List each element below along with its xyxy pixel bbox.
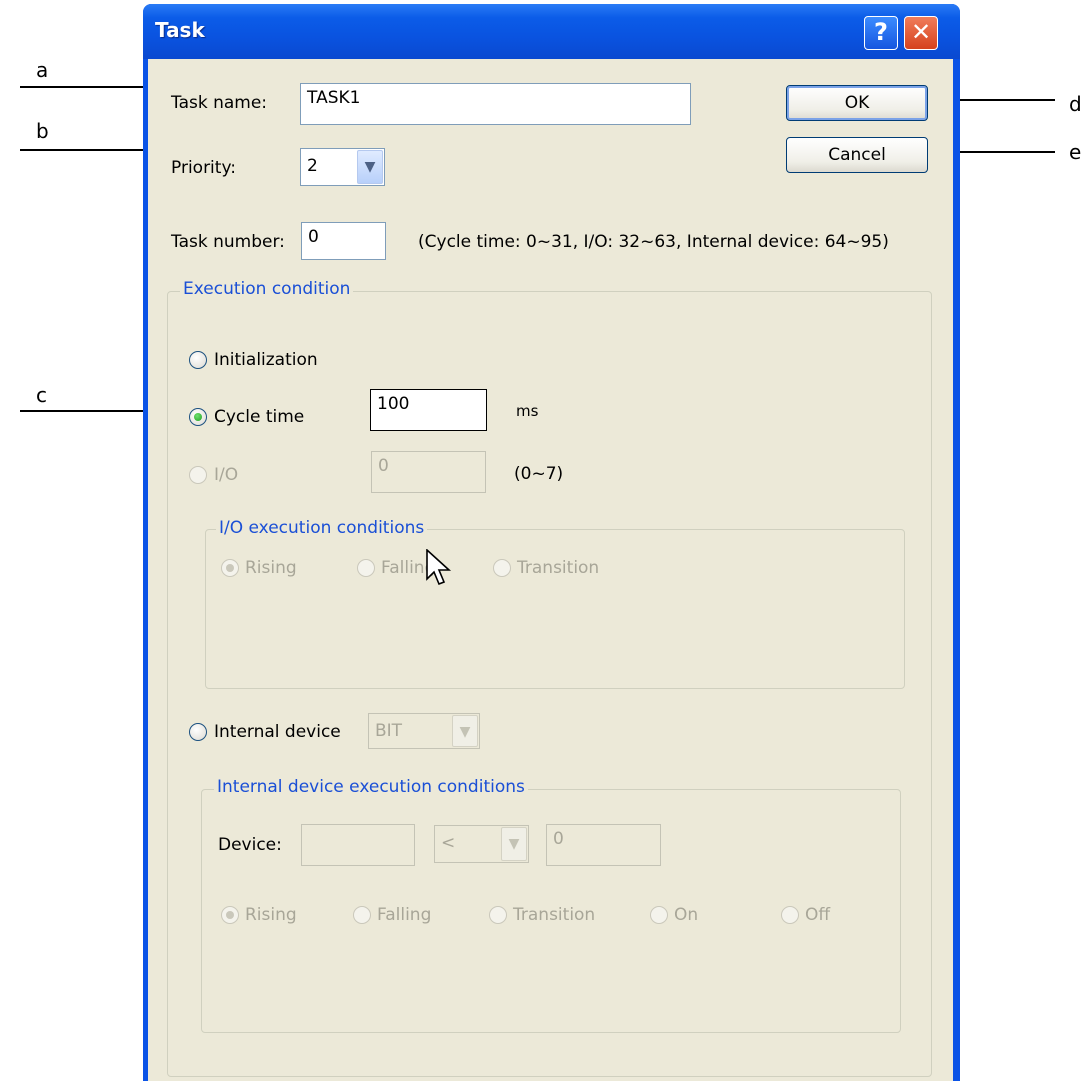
chevron-down-icon[interactable]: ▼ (452, 715, 478, 747)
internal-on-label[interactable]: On (674, 905, 698, 925)
internal-rising-label[interactable]: Rising (245, 905, 297, 925)
internal-device-radio[interactable] (189, 723, 207, 741)
close-icon[interactable]: ✕ (904, 16, 938, 50)
io-transition-radio[interactable] (493, 559, 511, 577)
annotation-e: e (1069, 140, 1082, 164)
cancel-button-label: Cancel (828, 145, 886, 165)
io-conditions-legend: I/O execution conditions (216, 518, 428, 538)
ok-button-label: OK (844, 93, 870, 113)
annotation-c: c (36, 383, 47, 407)
compare-value-input[interactable]: 0 (546, 824, 661, 866)
cancel-button[interactable]: Cancel (786, 137, 928, 173)
io-transition-label[interactable]: Transition (517, 558, 599, 578)
internal-conditions-legend: Internal device execution conditions (214, 777, 528, 797)
initialization-label[interactable]: Initialization (214, 350, 318, 370)
priority-value: 2 (307, 156, 318, 176)
io-conditions-group (205, 529, 905, 689)
io-label[interactable]: I/O (214, 465, 238, 485)
cycle-time-input[interactable]: 100 (370, 389, 487, 431)
io-rising-label[interactable]: Rising (245, 558, 297, 578)
internal-off-radio[interactable] (781, 906, 799, 924)
operator-value: < (441, 833, 456, 853)
task-dialog: Task ? ✕ Task name: TASK1 Priority: 2 ▼ … (143, 4, 960, 1081)
internal-device-label[interactable]: Internal device (214, 722, 341, 742)
execution-condition-legend: Execution condition (180, 279, 354, 299)
internal-rising-radio[interactable] (221, 906, 239, 924)
task-number-input[interactable]: 0 (301, 222, 386, 260)
io-falling-radio[interactable] (357, 559, 375, 577)
window-title: Task (155, 18, 205, 42)
cycle-time-label[interactable]: Cycle time (214, 407, 304, 427)
priority-select[interactable]: 2 ▼ (300, 148, 385, 186)
io-rising-radio[interactable] (221, 559, 239, 577)
annotation-d-line (946, 99, 1055, 101)
title-bar[interactable]: Task ? ✕ (143, 4, 960, 59)
internal-falling-label[interactable]: Falling (377, 905, 431, 925)
internal-transition-label[interactable]: Transition (513, 905, 595, 925)
internal-device-type-value: BIT (375, 721, 403, 741)
annotation-a: a (36, 58, 49, 82)
task-name-label: Task name: (171, 93, 268, 113)
io-range: (0~7) (514, 464, 564, 484)
chevron-down-icon[interactable]: ▼ (501, 827, 527, 861)
annotation-b: b (36, 119, 49, 143)
priority-label: Priority: (171, 158, 236, 178)
device-label: Device: (218, 835, 282, 855)
device-input[interactable] (301, 824, 415, 866)
internal-falling-radio[interactable] (353, 906, 371, 924)
chevron-down-icon[interactable]: ▼ (357, 150, 383, 184)
annotation-d: d (1069, 92, 1082, 116)
internal-on-radio[interactable] (650, 906, 668, 924)
task-number-hint: (Cycle time: 0~31, I/O: 32~63, Internal … (418, 232, 889, 252)
initialization-radio[interactable] (189, 351, 207, 369)
help-icon[interactable]: ? (864, 16, 898, 50)
cycle-time-unit: ms (516, 402, 539, 420)
mouse-cursor-icon (426, 549, 452, 586)
io-radio[interactable] (189, 466, 207, 484)
internal-off-label[interactable]: Off (805, 905, 830, 925)
annotation-c-line (20, 410, 154, 412)
io-input[interactable]: 0 (371, 451, 486, 493)
task-name-input[interactable]: TASK1 (300, 83, 691, 125)
internal-transition-radio[interactable] (489, 906, 507, 924)
cycle-time-radio[interactable] (189, 408, 207, 426)
dialog-client: Task name: TASK1 Priority: 2 ▼ OK Cancel… (148, 59, 953, 1081)
task-number-label: Task number: (171, 232, 285, 252)
operator-select[interactable]: < ▼ (434, 825, 529, 863)
internal-device-type-select[interactable]: BIT ▼ (368, 713, 480, 749)
ok-button[interactable]: OK (786, 85, 928, 121)
